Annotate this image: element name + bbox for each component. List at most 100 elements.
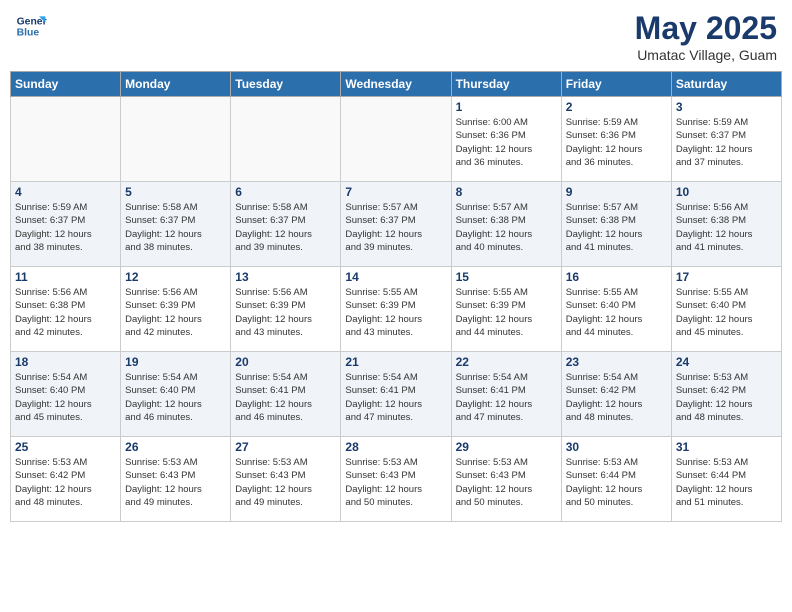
day-info: Sunrise: 5:55 AM Sunset: 6:39 PM Dayligh… <box>456 286 557 339</box>
day-number: 8 <box>456 185 557 199</box>
day-info: Sunrise: 5:55 AM Sunset: 6:40 PM Dayligh… <box>566 286 667 339</box>
day-number: 7 <box>345 185 446 199</box>
day-number: 30 <box>566 440 667 454</box>
day-info: Sunrise: 5:59 AM Sunset: 6:36 PM Dayligh… <box>566 116 667 169</box>
calendar-cell: 4 Sunrise: 5:59 AM Sunset: 6:37 PM Daylig… <box>11 182 121 267</box>
calendar-cell: 29 Sunrise: 5:53 AM Sunset: 6:43 PM Dayli… <box>451 437 561 522</box>
day-header-monday: Monday <box>121 72 231 97</box>
svg-text:Blue: Blue <box>17 28 40 39</box>
calendar-cell: 19 Sunrise: 5:54 AM Sunset: 6:40 PM Dayli… <box>121 352 231 437</box>
calendar-week-row: 4 Sunrise: 5:59 AM Sunset: 6:37 PM Daylig… <box>11 182 782 267</box>
day-info: Sunrise: 5:54 AM Sunset: 6:40 PM Dayligh… <box>15 371 116 424</box>
calendar-week-row: 18 Sunrise: 5:54 AM Sunset: 6:40 PM Dayli… <box>11 352 782 437</box>
calendar-cell: 6 Sunrise: 5:58 AM Sunset: 6:37 PM Daylig… <box>231 182 341 267</box>
day-info: Sunrise: 5:59 AM Sunset: 6:37 PM Dayligh… <box>15 201 116 254</box>
location-subtitle: Umatac Village, Guam <box>635 47 777 63</box>
calendar-cell <box>11 97 121 182</box>
day-number: 13 <box>235 270 336 284</box>
day-info: Sunrise: 5:55 AM Sunset: 6:39 PM Dayligh… <box>345 286 446 339</box>
day-number: 18 <box>15 355 116 369</box>
calendar-cell: 10Sunrise: 5:56 AM Sunset: 6:38 PM Dayli… <box>671 182 781 267</box>
calendar-cell: 27 Sunrise: 5:53 AM Sunset: 6:43 PM Dayli… <box>231 437 341 522</box>
calendar-header-row: SundayMondayTuesdayWednesdayThursdayFrid… <box>11 72 782 97</box>
calendar-cell: 31 Sunrise: 5:53 AM Sunset: 6:44 PM Dayli… <box>671 437 781 522</box>
day-number: 25 <box>15 440 116 454</box>
day-info: Sunrise: 5:55 AM Sunset: 6:40 PM Dayligh… <box>676 286 777 339</box>
day-number: 9 <box>566 185 667 199</box>
day-number: 15 <box>456 270 557 284</box>
day-number: 31 <box>676 440 777 454</box>
calendar-cell: 20Sunrise: 5:54 AM Sunset: 6:41 PM Dayli… <box>231 352 341 437</box>
calendar-week-row: 25 Sunrise: 5:53 AM Sunset: 6:42 PM Dayli… <box>11 437 782 522</box>
day-number: 22 <box>456 355 557 369</box>
month-year-title: May 2025 <box>635 10 777 47</box>
title-block: May 2025 Umatac Village, Guam <box>635 10 777 63</box>
page-header: General Blue May 2025 Umatac Village, Gu… <box>10 10 782 63</box>
day-number: 21 <box>345 355 446 369</box>
day-header-thursday: Thursday <box>451 72 561 97</box>
day-number: 6 <box>235 185 336 199</box>
day-info: Sunrise: 5:54 AM Sunset: 6:40 PM Dayligh… <box>125 371 226 424</box>
logo: General Blue <box>15 10 47 42</box>
day-number: 11 <box>15 270 116 284</box>
day-number: 3 <box>676 100 777 114</box>
day-number: 19 <box>125 355 226 369</box>
day-number: 20 <box>235 355 336 369</box>
day-number: 26 <box>125 440 226 454</box>
calendar-cell: 15 Sunrise: 5:55 AM Sunset: 6:39 PM Dayli… <box>451 267 561 352</box>
day-number: 29 <box>456 440 557 454</box>
day-number: 23 <box>566 355 667 369</box>
day-info: Sunrise: 5:59 AM Sunset: 6:37 PM Dayligh… <box>676 116 777 169</box>
day-info: Sunrise: 5:56 AM Sunset: 6:38 PM Dayligh… <box>15 286 116 339</box>
calendar-cell <box>121 97 231 182</box>
day-info: Sunrise: 6:00 AM Sunset: 6:36 PM Dayligh… <box>456 116 557 169</box>
calendar-cell: 24 Sunrise: 5:53 AM Sunset: 6:42 PM Dayli… <box>671 352 781 437</box>
day-number: 17 <box>676 270 777 284</box>
day-number: 10 <box>676 185 777 199</box>
day-info: Sunrise: 5:56 AM Sunset: 6:39 PM Dayligh… <box>125 286 226 339</box>
day-number: 24 <box>676 355 777 369</box>
calendar-cell <box>231 97 341 182</box>
day-info: Sunrise: 5:53 AM Sunset: 6:42 PM Dayligh… <box>676 371 777 424</box>
day-info: Sunrise: 5:54 AM Sunset: 6:42 PM Dayligh… <box>566 371 667 424</box>
calendar-cell: 30 Sunrise: 5:53 AM Sunset: 6:44 PM Dayli… <box>561 437 671 522</box>
day-number: 2 <box>566 100 667 114</box>
day-info: Sunrise: 5:57 AM Sunset: 6:38 PM Dayligh… <box>566 201 667 254</box>
day-info: Sunrise: 5:53 AM Sunset: 6:43 PM Dayligh… <box>235 456 336 509</box>
calendar-cell: 3 Sunrise: 5:59 AM Sunset: 6:37 PM Daylig… <box>671 97 781 182</box>
day-header-friday: Friday <box>561 72 671 97</box>
day-number: 28 <box>345 440 446 454</box>
day-info: Sunrise: 5:53 AM Sunset: 6:43 PM Dayligh… <box>345 456 446 509</box>
day-number: 12 <box>125 270 226 284</box>
day-number: 1 <box>456 100 557 114</box>
calendar-cell: 12 Sunrise: 5:56 AM Sunset: 6:39 PM Dayli… <box>121 267 231 352</box>
calendar-cell: 14 Sunrise: 5:55 AM Sunset: 6:39 PM Dayli… <box>341 267 451 352</box>
calendar-cell: 17 Sunrise: 5:55 AM Sunset: 6:40 PM Dayli… <box>671 267 781 352</box>
day-header-wednesday: Wednesday <box>341 72 451 97</box>
day-info: Sunrise: 5:53 AM Sunset: 6:43 PM Dayligh… <box>456 456 557 509</box>
day-number: 4 <box>15 185 116 199</box>
day-info: Sunrise: 5:57 AM Sunset: 6:37 PM Dayligh… <box>345 201 446 254</box>
calendar-cell: 18 Sunrise: 5:54 AM Sunset: 6:40 PM Dayli… <box>11 352 121 437</box>
calendar-cell: 2 Sunrise: 5:59 AM Sunset: 6:36 PM Daylig… <box>561 97 671 182</box>
day-header-tuesday: Tuesday <box>231 72 341 97</box>
day-info: Sunrise: 5:53 AM Sunset: 6:42 PM Dayligh… <box>15 456 116 509</box>
calendar-week-row: 11 Sunrise: 5:56 AM Sunset: 6:38 PM Dayli… <box>11 267 782 352</box>
calendar-cell: 22Sunrise: 5:54 AM Sunset: 6:41 PM Dayli… <box>451 352 561 437</box>
day-info: Sunrise: 5:53 AM Sunset: 6:44 PM Dayligh… <box>566 456 667 509</box>
day-number: 14 <box>345 270 446 284</box>
calendar-week-row: 1 Sunrise: 6:00 AM Sunset: 6:36 PM Daylig… <box>11 97 782 182</box>
day-number: 27 <box>235 440 336 454</box>
calendar-cell: 13Sunrise: 5:56 AM Sunset: 6:39 PM Dayli… <box>231 267 341 352</box>
calendar-cell: 25 Sunrise: 5:53 AM Sunset: 6:42 PM Dayli… <box>11 437 121 522</box>
calendar-cell: 1 Sunrise: 6:00 AM Sunset: 6:36 PM Daylig… <box>451 97 561 182</box>
calendar-cell: 7 Sunrise: 5:57 AM Sunset: 6:37 PM Daylig… <box>341 182 451 267</box>
day-info: Sunrise: 5:53 AM Sunset: 6:44 PM Dayligh… <box>676 456 777 509</box>
day-info: Sunrise: 5:53 AM Sunset: 6:43 PM Dayligh… <box>125 456 226 509</box>
calendar-table: SundayMondayTuesdayWednesdayThursdayFrid… <box>10 71 782 522</box>
day-info: Sunrise: 5:58 AM Sunset: 6:37 PM Dayligh… <box>235 201 336 254</box>
day-number: 5 <box>125 185 226 199</box>
day-number: 16 <box>566 270 667 284</box>
day-info: Sunrise: 5:58 AM Sunset: 6:37 PM Dayligh… <box>125 201 226 254</box>
calendar-cell: 9 Sunrise: 5:57 AM Sunset: 6:38 PM Daylig… <box>561 182 671 267</box>
